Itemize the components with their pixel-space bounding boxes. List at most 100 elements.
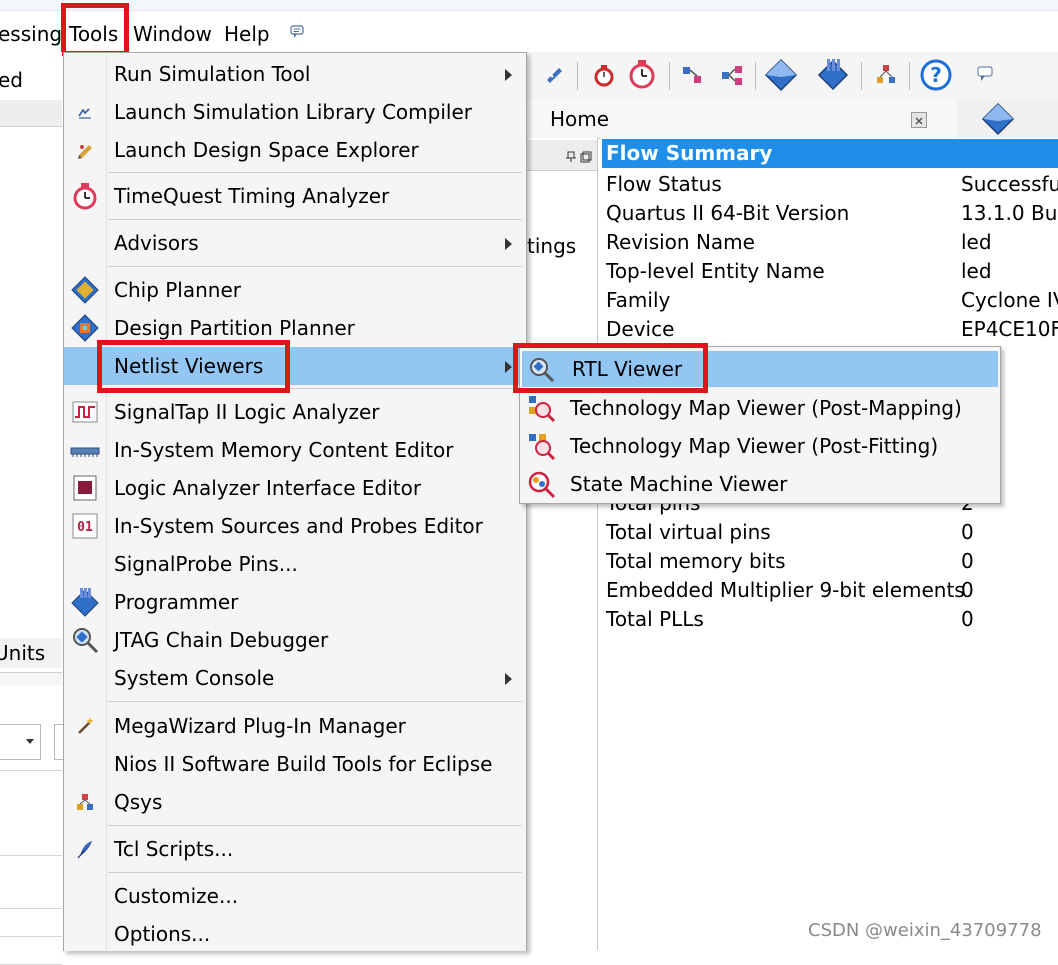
menu-item-logic-analyzer-interface[interactable]: Logic Analyzer Interface Editor — [64, 469, 526, 507]
project-combo-text: ed — [0, 68, 23, 92]
main-toolbar: ? — [527, 52, 1058, 101]
svg-text:?: ? — [930, 63, 942, 87]
menu-window[interactable]: Window — [133, 20, 212, 48]
menu-item-options[interactable]: Options... — [64, 915, 526, 953]
chip-planner-icon[interactable] — [815, 57, 851, 93]
units-header: Units — [0, 638, 62, 668]
menu-item-run-simulation-tool[interactable]: Run Simulation Tool — [64, 55, 526, 93]
menu-item-nios-ii-sbt[interactable]: Nios II Software Build Tools for Eclipse — [64, 745, 526, 783]
tab-home[interactable]: Home — [527, 100, 957, 138]
row-value-memory-bits: 0 — [961, 549, 974, 573]
project-combo[interactable]: ed — [0, 62, 62, 101]
menu-item-tech-map-post-fitting[interactable]: Technology Map Viewer (Post-Fitting) — [520, 427, 1000, 465]
menu-item-netlist-viewers[interactable]: Netlist Viewers — [64, 347, 526, 385]
menu-item-design-space-explorer[interactable]: Launch Design Space Explorer — [64, 131, 526, 169]
row-line — [0, 936, 62, 937]
sim-library-compiler-icon — [70, 97, 100, 127]
menu-item-megawizard[interactable]: MegaWizard Plug-In Manager — [64, 707, 526, 745]
menu-item-programmer[interactable]: Programmer — [64, 583, 526, 621]
feather-pen-icon — [70, 834, 100, 864]
menu-item-launch-sim-lib-compiler[interactable]: Launch Simulation Library Compiler — [64, 93, 526, 131]
qsys-icon — [70, 787, 100, 817]
submenu-arrow-icon — [505, 361, 512, 373]
row-label-revision: Revision Name — [606, 230, 755, 254]
row-value-top-entity: led — [961, 259, 992, 283]
submenu-arrow-icon — [505, 238, 512, 250]
help-tip-icon[interactable] — [290, 24, 304, 38]
row-line — [0, 855, 62, 856]
sources-probes-icon: 01 — [70, 511, 100, 541]
tasks-pane-header — [527, 140, 597, 171]
row-value-version: 13.1.0 Buil — [961, 201, 1058, 225]
settings-fragment[interactable]: tings — [527, 232, 576, 260]
row-label-family: Family — [606, 288, 671, 312]
row-value-virtual-pins: 0 — [961, 520, 974, 544]
menu-item-design-partition-planner[interactable]: Design Partition Planner — [64, 309, 526, 347]
menu-item-system-console[interactable]: System Console — [64, 659, 526, 697]
logic-analyzer-interface-icon — [70, 473, 100, 503]
close-icon[interactable] — [911, 112, 927, 128]
units-field[interactable] — [54, 724, 63, 760]
magic-wand-icon — [70, 711, 100, 741]
menu-item-advisors[interactable]: Advisors — [64, 224, 526, 262]
row-label-plls: Total PLLs — [606, 607, 704, 631]
menu-item-state-machine-viewer[interactable]: State Machine Viewer — [520, 465, 1000, 503]
pin-icon[interactable] — [565, 148, 577, 162]
timing-analyzer-small-icon[interactable] — [589, 60, 619, 90]
memory-content-editor-icon — [70, 435, 100, 465]
flow-tab-icon[interactable] — [980, 102, 1016, 136]
menu-item-chip-planner[interactable]: Chip Planner — [64, 271, 526, 309]
timequest-icon — [70, 181, 100, 211]
compile-step-icon[interactable] — [539, 60, 569, 90]
row-value-revision: led — [961, 230, 992, 254]
row-label-multipliers: Embedded Multiplier 9-bit elements — [606, 578, 965, 602]
row-value-multipliers: 0 — [961, 578, 974, 602]
menu-tools[interactable]: Tools — [69, 20, 118, 48]
menu-help[interactable]: Help — [224, 20, 270, 48]
units-dropdown[interactable] — [0, 724, 41, 760]
project-navigator-pane: ed Units — [0, 52, 63, 965]
menu-item-signalprobe-pins[interactable]: SignalProbe Pins... — [64, 545, 526, 583]
state-machine-viewer-icon — [526, 469, 556, 499]
programmer-icon — [70, 587, 100, 617]
row-label-device: Device — [606, 317, 675, 341]
netlist-step-icon[interactable] — [677, 60, 707, 90]
menu-processing[interactable]: essing — [0, 20, 62, 48]
menu-item-jtag-chain-debugger[interactable]: JTAG Chain Debugger — [64, 621, 526, 659]
submenu-arrow-icon — [505, 673, 512, 685]
tooltip-icon[interactable] — [977, 66, 993, 82]
tech-map-post-fitting-icon — [526, 431, 556, 461]
menu-item-signaltap[interactable]: SignalTap II Logic Analyzer — [64, 393, 526, 431]
programmer-icon[interactable] — [763, 57, 799, 93]
row-value-device: EP4CE10F1 — [961, 317, 1058, 341]
menu-item-sources-and-probes[interactable]: 01 In-System Sources and Probes Editor — [64, 507, 526, 545]
window-top-edge — [0, 0, 1058, 11]
menu-item-rtl-viewer[interactable]: RTL Viewer — [522, 351, 998, 387]
row-value-flow-status: Successful — [961, 172, 1058, 196]
submenu-arrow-icon — [505, 69, 512, 81]
tools-menu: Run Simulation Tool Launch Simulation Li… — [63, 52, 527, 951]
document-tabbar: Home — [527, 100, 1058, 139]
restore-icon[interactable] — [580, 148, 592, 163]
menu-item-timequest[interactable]: TimeQuest Timing Analyzer — [64, 177, 526, 215]
signaltap-icon — [70, 397, 100, 427]
menubar: essing Tools Window Help — [0, 12, 1058, 52]
menu-item-tech-map-post-mapping[interactable]: Technology Map Viewer (Post-Mapping) — [520, 389, 1000, 427]
row-label-flow-status: Flow Status — [606, 172, 722, 196]
design-partition-planner-icon — [70, 313, 100, 343]
menu-item-tcl-scripts[interactable]: Tcl Scripts... — [64, 830, 526, 868]
divider — [0, 672, 62, 685]
timequest-icon[interactable] — [625, 57, 659, 91]
menu-item-memory-content-editor[interactable]: In-System Memory Content Editor — [64, 431, 526, 469]
chevron-down-icon — [26, 739, 34, 744]
menu-item-qsys[interactable]: Qsys — [64, 783, 526, 821]
menu-item-customize[interactable]: Customize... — [64, 877, 526, 915]
flow-summary-title: Flow Summary — [602, 139, 1058, 168]
row-line — [0, 770, 62, 771]
netlist-flow-icon[interactable] — [717, 60, 747, 90]
svg-text:01: 01 — [77, 520, 93, 535]
rtl-viewer-icon — [526, 354, 556, 384]
row-label-version: Quartus II 64-Bit Version — [606, 201, 850, 225]
qsys-icon[interactable] — [871, 60, 901, 90]
help-icon[interactable]: ? — [919, 58, 953, 92]
